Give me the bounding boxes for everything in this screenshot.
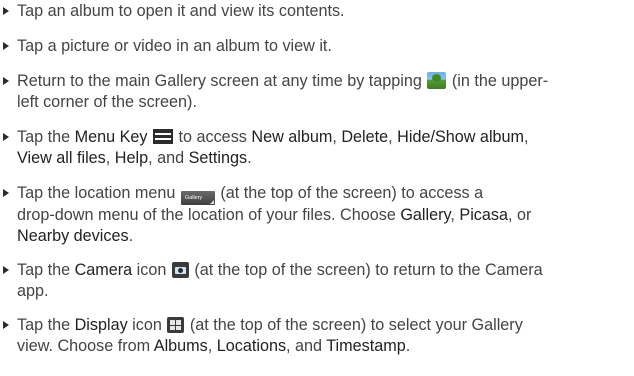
bullet-arrow-icon [3, 7, 9, 15]
item-text: icon [132, 261, 171, 279]
gallery-app-icon [427, 72, 447, 89]
separator: , [105, 149, 115, 167]
item-text: Tap a picture or video in an album to vi… [17, 37, 332, 55]
location-menu-label: Gallery [184, 195, 203, 201]
bullet-arrow-icon [3, 133, 9, 141]
location-menu-icon: Gallery [180, 191, 215, 205]
separator: , [524, 128, 529, 146]
bullet-arrow-icon [3, 42, 9, 50]
keyword-view-all-files: View all files [17, 149, 106, 167]
separator: , and [148, 149, 189, 167]
list-item-text: Tap the location menu Gallery (at the to… [17, 183, 633, 247]
separator: . [128, 227, 134, 245]
list-item-text: Tap the Display icon (at the top of the … [17, 315, 633, 357]
separator: , or [508, 206, 532, 224]
menu-key-icon [153, 129, 173, 144]
separator: . [405, 337, 411, 355]
keyword-picasa: Picasa [459, 206, 508, 224]
camera-icon [171, 262, 189, 278]
item-text: drop-down menu of the location of your f… [17, 206, 401, 224]
item-text: Tap the [17, 128, 75, 146]
separator: , [332, 128, 342, 146]
separator: , [207, 337, 217, 355]
separator: , [388, 128, 398, 146]
item-text: app. [17, 282, 49, 300]
keyword-new-album: New album [251, 128, 333, 146]
item-text: left corner of the screen). [17, 93, 197, 111]
keyword-help: Help [114, 149, 149, 167]
list-item-text: Tap a picture or video in an album to vi… [17, 36, 633, 57]
item-text: Tap the location menu [17, 184, 180, 202]
item-text: Tap an album to open it and view its con… [17, 2, 345, 20]
bullet-arrow-icon [3, 189, 9, 197]
keyword-display: Display [74, 316, 128, 334]
keyword-timestamp: Timestamp [326, 337, 406, 355]
item-text: to access [174, 128, 252, 146]
keyword-nearby-devices: Nearby devices [17, 227, 129, 245]
item-text: (at the top of the screen) to return to … [189, 261, 543, 279]
keyword-albums: Albums [153, 337, 208, 355]
keyword-delete: Delete [341, 128, 389, 146]
bullet-arrow-icon [3, 266, 9, 274]
item-text: Tap the [17, 316, 75, 334]
item-text: (at the top of the screen) to access a [215, 184, 484, 202]
keyword-menu-key: Menu Key [74, 128, 148, 146]
bullet-arrow-icon [3, 77, 9, 85]
list-item-text: Tap the Menu Key to access New album, De… [17, 127, 633, 169]
keyword-hide-show-album: Hide/Show album [397, 128, 525, 146]
keyword-locations: Locations [216, 337, 287, 355]
item-text: (in the upper- [447, 72, 549, 90]
list-item-text: Tap an album to open it and view its con… [17, 1, 633, 22]
item-text: (at the top of the screen) to select you… [185, 316, 523, 334]
item-text: icon [127, 316, 167, 334]
item-text: view. Choose from [17, 337, 154, 355]
separator: , and [286, 337, 327, 355]
display-icon [167, 317, 185, 333]
keyword-camera: Camera [74, 261, 133, 279]
list-item-text: Return to the main Gallery screen at any… [17, 71, 633, 113]
separator: . [247, 149, 252, 167]
instruction-document: Tap an album to open it and view its con… [0, 0, 634, 376]
item-text: Return to the main Gallery screen at any… [17, 72, 427, 90]
keyword-settings: Settings [188, 149, 248, 167]
keyword-gallery: Gallery [400, 206, 451, 224]
item-text: Tap the [17, 261, 75, 279]
list-item-text: Tap the Camera icon (at the top of the s… [17, 260, 633, 302]
bullet-arrow-icon [3, 321, 9, 329]
